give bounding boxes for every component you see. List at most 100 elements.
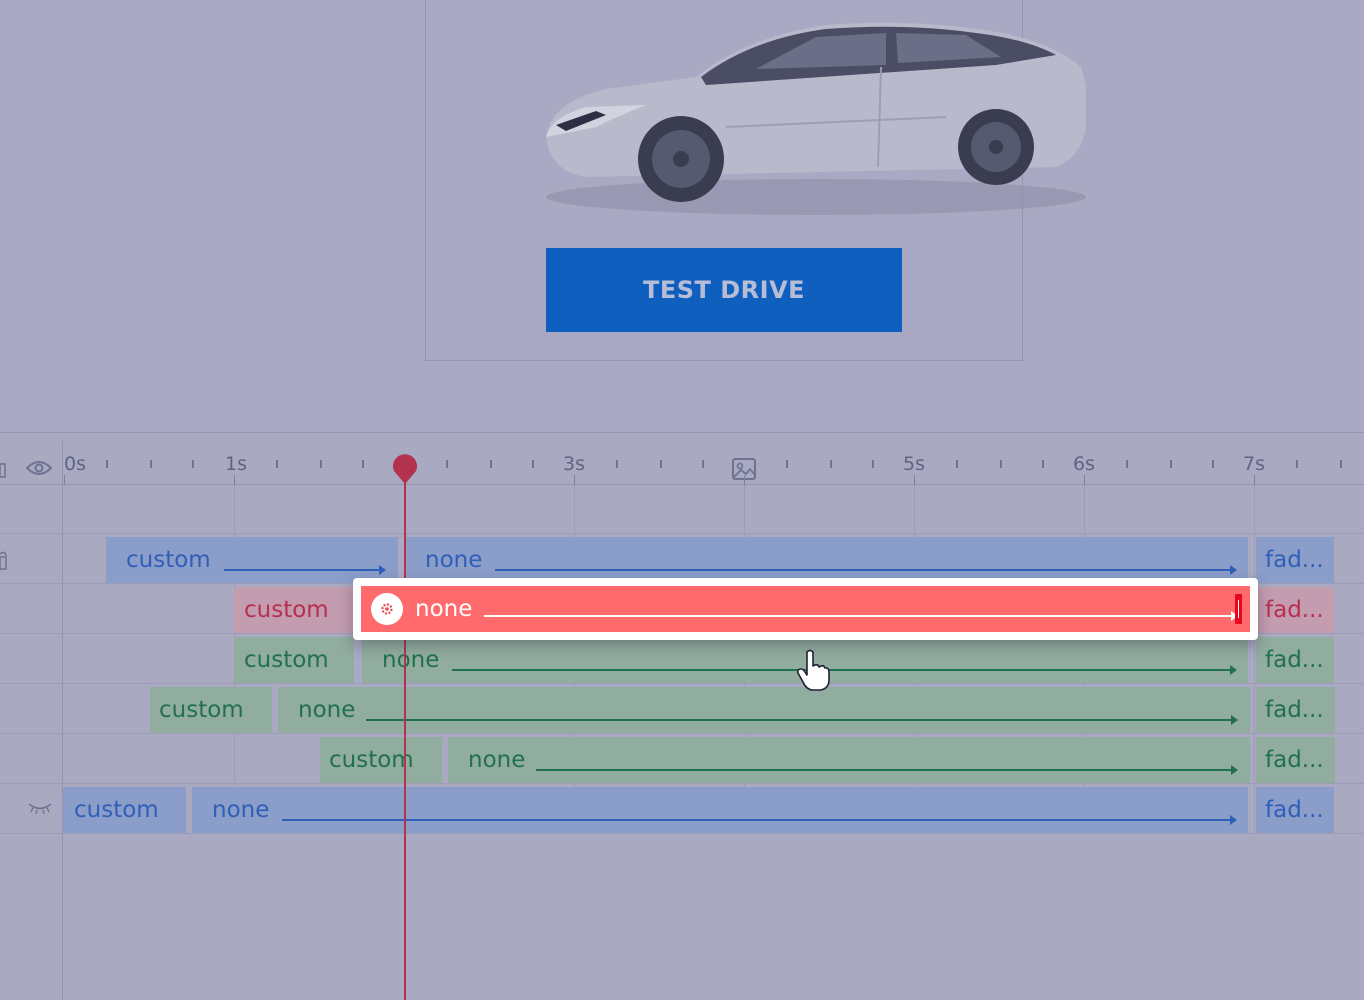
segment-arrow [452,665,1237,675]
ruler-label-3s: 3s [563,453,585,475]
segment-arrow [224,565,386,575]
layer-column-divider [62,441,63,1000]
timeline-panel: 0s 1s 3s 5s 6s 7s custom none fad... cus… [0,432,1364,1000]
track-6-segment-fade[interactable]: fad... [1256,787,1334,833]
minor-tick [320,460,322,468]
major-tick [1084,475,1085,485]
car-image [546,22,1086,215]
lock-icon[interactable] [0,458,6,478]
segment-label: none [415,596,473,622]
segment-label: none [382,647,440,673]
segment-label: fad... [1265,797,1324,823]
minor-tick [276,460,278,468]
selected-segment-outline[interactable]: none [353,578,1258,640]
track-1-segment-none[interactable]: none [405,537,1248,583]
minor-tick [490,460,492,468]
row-divider [0,683,1364,684]
major-tick [914,475,915,485]
minor-tick [1042,460,1044,468]
track-4-segment-fade[interactable]: fad... [1256,687,1335,733]
track-3-segment-fade[interactable]: fad... [1256,637,1334,683]
segment-label: none [298,697,356,723]
track-1-segment-fade[interactable]: fad... [1256,537,1334,583]
minor-tick [702,460,704,468]
gear-icon[interactable] [371,593,403,625]
minor-tick [830,460,832,468]
segment-label: none [468,747,526,773]
segment-arrow [536,765,1238,775]
ad-banner-frame[interactable]: TEST DRIVE [425,0,1086,361]
track-5-segment-none[interactable]: none [448,737,1250,783]
minor-tick [192,460,194,468]
segment-label: fad... [1265,647,1324,673]
segment-label: custom [244,597,329,623]
stage-preview: TEST DRIVE [0,0,1364,432]
track-4-segment-custom[interactable]: custom [150,687,272,733]
track-5-segment-fade[interactable]: fad... [1256,737,1335,783]
minor-tick [616,460,618,468]
ruler-label-5s: 5s [903,453,925,475]
segment-label: none [425,547,483,573]
segment-label: custom [159,697,244,723]
track-2-segment-custom[interactable]: custom [234,587,354,633]
minor-tick [150,460,152,468]
minor-tick [1340,460,1342,468]
ruler-label-1s: 1s [225,453,247,475]
playhead-handle[interactable] [391,453,419,485]
minor-tick [872,460,874,468]
minor-tick [1126,460,1128,468]
track-1-segment-custom[interactable]: custom [106,537,398,583]
minor-tick [362,460,364,468]
major-tick [64,475,65,485]
row-divider [0,533,1364,534]
test-drive-button[interactable]: TEST DRIVE [546,248,902,332]
minor-tick [446,460,448,468]
major-tick [574,475,575,485]
track-6-segment-custom[interactable]: custom [63,787,186,833]
segment-arrow [366,715,1238,725]
track-6-segment-none[interactable]: none [192,787,1248,833]
segment-label: custom [329,747,414,773]
segment-arrow [495,565,1237,575]
segment-arrow [282,815,1237,825]
time-ruler[interactable]: 0s 1s 3s 5s 6s 7s [0,441,1364,485]
grid-line [1254,485,1255,833]
minor-tick [1296,460,1298,468]
segment-label: fad... [1265,697,1324,723]
major-tick [234,475,235,485]
segment-label: fad... [1265,747,1324,773]
row-divider [0,833,1364,834]
segment-resize-handle[interactable] [1235,594,1242,624]
row-divider [0,783,1364,784]
minor-tick [1212,460,1214,468]
minor-tick [660,460,662,468]
minor-tick [532,460,534,468]
segment-label: custom [74,797,159,823]
ruler-label-7s: 7s [1243,453,1265,475]
segment-label: custom [126,547,211,573]
eye-icon[interactable] [26,459,52,477]
minor-tick [1170,460,1172,468]
minor-tick [786,460,788,468]
row-divider [0,733,1364,734]
segment-label: custom [244,647,329,673]
segment-label: fad... [1265,597,1324,623]
track-2-segment-none[interactable]: none [361,586,1250,632]
playhead-line[interactable] [404,465,406,1000]
ruler-label-6s: 6s [1073,453,1095,475]
eye-closed-icon[interactable] [27,801,53,815]
lock-icon[interactable] [0,548,7,570]
ruler-label-0s: 0s [64,453,86,475]
track-4-segment-none[interactable]: none [278,687,1250,733]
track-2-segment-fade[interactable]: fad... [1256,587,1334,633]
hand-pointer-icon [797,649,830,691]
track-3-segment-custom[interactable]: custom [234,637,354,683]
segment-label: none [212,797,270,823]
track-5-segment-custom[interactable]: custom [320,737,442,783]
major-tick [1254,475,1255,485]
segment-arrow [484,611,1238,621]
minor-tick [956,460,958,468]
minor-tick [106,460,108,468]
segment-label: fad... [1265,547,1324,573]
minor-tick [1000,460,1002,468]
